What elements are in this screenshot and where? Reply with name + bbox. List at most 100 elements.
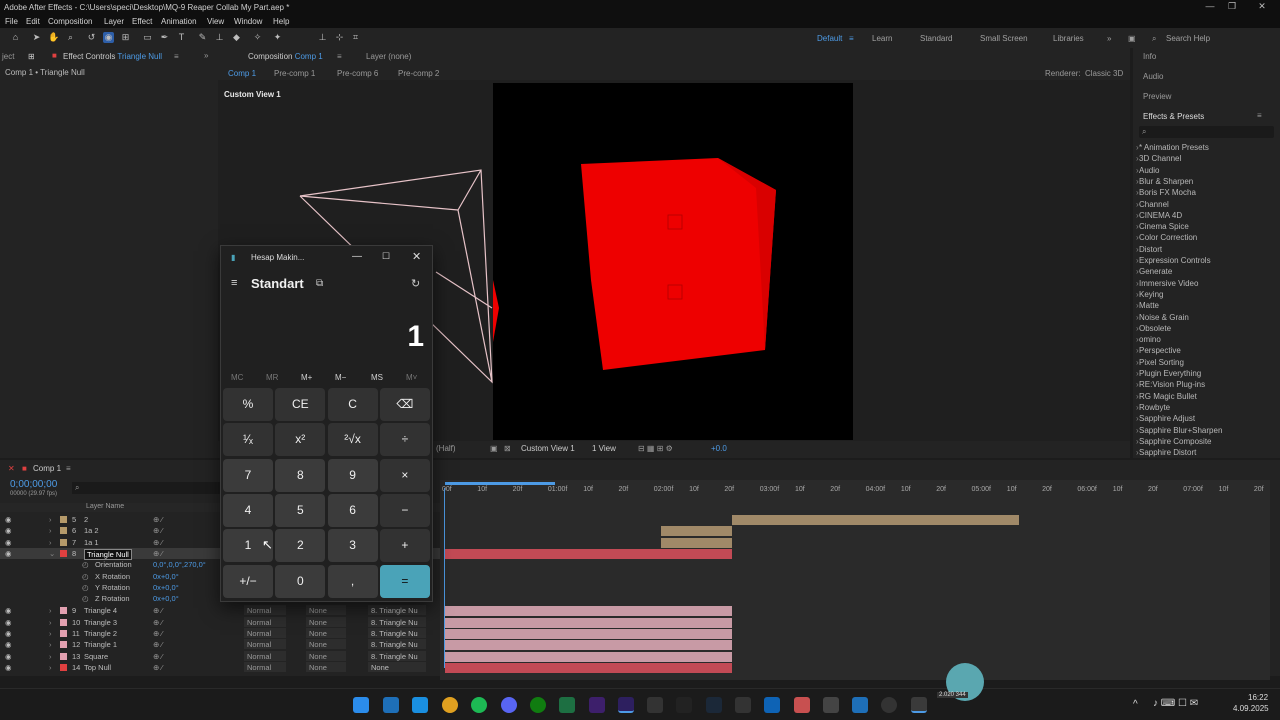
property-value[interactable]: 0x+0,0° xyxy=(153,583,179,592)
workspace-libraries[interactable]: Libraries xyxy=(1053,34,1084,43)
twirl-arrow-icon[interactable]: › xyxy=(49,515,52,524)
exposure-value[interactable]: +0.0 xyxy=(711,444,727,453)
tray-chevron-icon[interactable]: ^ xyxy=(1133,699,1138,710)
layer-switches[interactable]: ⊕ ⁄ xyxy=(153,618,163,627)
mode-dropdown[interactable]: Normal xyxy=(244,661,286,672)
effects-item[interactable]: omino xyxy=(1139,335,1161,344)
close-icon[interactable]: ✕ xyxy=(1252,1,1272,12)
visibility-eye-icon[interactable]: ◉ xyxy=(5,618,12,627)
effects-item[interactable]: Perspective xyxy=(1139,346,1181,355)
layer-switches[interactable]: ⊕ ⁄ xyxy=(153,549,163,558)
effects-item[interactable]: Audio xyxy=(1139,166,1159,175)
axis-view-icon[interactable]: ⌗ xyxy=(350,32,361,43)
twirl-arrow-icon[interactable]: › xyxy=(49,606,52,615)
selection-tool-icon[interactable]: ➤ xyxy=(31,32,42,43)
workspace-small-screen[interactable]: Small Screen xyxy=(980,34,1028,43)
calc-key[interactable]: 3 xyxy=(327,529,378,563)
widgets-icon[interactable] xyxy=(383,697,399,713)
visibility-eye-icon[interactable]: ◉ xyxy=(5,663,12,672)
calc-key[interactable]: × xyxy=(379,458,430,492)
calc-key[interactable]: ⌫ xyxy=(379,388,430,421)
layer-row[interactable]: ◉ › 11 Triangle 2 ⊕ ⁄ Normal None 8. Triangle N… xyxy=(0,628,440,639)
orbit-camera-tool-icon[interactable]: ◉ xyxy=(103,32,114,43)
menu-animation[interactable]: Animation xyxy=(161,17,197,26)
vscode-icon[interactable] xyxy=(764,697,780,713)
mode-dropdown[interactable]: Normal xyxy=(244,616,286,627)
comp-panel-menu-icon[interactable]: ≡ xyxy=(337,52,342,61)
calc-key[interactable]: ¹⁄ₓ xyxy=(223,423,273,457)
rectangle-tool-icon[interactable]: ▭ xyxy=(142,32,153,43)
view-select[interactable]: Custom View 1 xyxy=(521,444,575,453)
stopwatch-icon[interactable]: ◴ xyxy=(82,560,89,569)
region-icon[interactable]: ▣ xyxy=(490,444,498,453)
calc-key[interactable]: x² xyxy=(275,423,326,457)
effects-item[interactable]: Sapphire Blur+Sharpen xyxy=(1139,426,1222,435)
layer-duration-bar[interactable] xyxy=(732,515,1019,525)
effects-item[interactable]: Distort xyxy=(1139,245,1162,254)
workspace-learn[interactable]: Learn xyxy=(872,34,892,43)
memory-button[interactable]: M+ xyxy=(301,373,312,382)
spotify-icon[interactable] xyxy=(471,697,487,713)
store-icon[interactable] xyxy=(412,697,428,713)
visibility-eye-icon[interactable]: ◉ xyxy=(5,526,12,535)
memory-button[interactable]: MC xyxy=(231,373,243,382)
discord-icon[interactable] xyxy=(501,697,517,713)
calculator-taskbar-icon[interactable] xyxy=(911,697,927,713)
layer-duration-bar[interactable] xyxy=(445,651,732,662)
panel-menu-icon[interactable]: ≡ xyxy=(174,52,179,61)
workspace-default[interactable]: Default xyxy=(817,34,842,43)
label-color-swatch[interactable] xyxy=(60,663,67,671)
effects-item[interactable]: Matte xyxy=(1139,301,1159,310)
effects-item[interactable]: Blur & Sharpen xyxy=(1139,177,1193,186)
transparency-icon[interactable]: ⊠ xyxy=(504,444,511,453)
renderer-value[interactable]: Classic 3D xyxy=(1085,69,1123,78)
xbox-icon[interactable] xyxy=(530,697,546,713)
stopwatch-icon[interactable]: ◴ xyxy=(82,572,89,581)
effects-item[interactable]: Obsolete xyxy=(1139,324,1171,333)
clock-time[interactable]: 16:22 xyxy=(1248,693,1268,702)
twirl-arrow-icon[interactable]: › xyxy=(49,652,52,661)
layer-duration-bar[interactable] xyxy=(445,662,732,673)
parent-dropdown[interactable]: 8. Triangle Nu xyxy=(368,639,426,650)
memory-button[interactable]: M− xyxy=(335,373,346,382)
after-effects-icon[interactable] xyxy=(618,697,634,713)
layer-row[interactable]: ◉ › 14 Top Null ⊕ ⁄ Normal None None xyxy=(0,661,440,673)
layer-name[interactable]: Triangle 2 xyxy=(84,629,117,638)
effects-search-input[interactable]: ⌕ xyxy=(1139,126,1274,138)
layer-switches[interactable]: ⊕ ⁄ xyxy=(153,663,163,672)
visibility-eye-icon[interactable]: ◉ xyxy=(5,549,12,558)
label-color-swatch[interactable] xyxy=(60,607,67,615)
project-tab[interactable]: ject xyxy=(2,52,14,61)
search-icon[interactable]: ⌕ xyxy=(1152,34,1156,44)
calc-key[interactable]: ²√x xyxy=(327,423,378,457)
effects-item[interactable]: RE:Vision Plug-ins xyxy=(1139,380,1205,389)
effects-item[interactable]: 3D Channel xyxy=(1139,154,1181,163)
menu-layer[interactable]: Layer xyxy=(104,17,124,26)
start-icon[interactable] xyxy=(353,697,369,713)
layer-search-input[interactable]: ⌕ xyxy=(72,482,222,494)
calc-key[interactable]: ÷ xyxy=(379,423,430,457)
label-color-swatch[interactable] xyxy=(60,538,67,546)
calc-key[interactable]: , xyxy=(327,564,378,598)
layer-duration-bar[interactable] xyxy=(445,629,732,639)
type-tool-icon[interactable]: T xyxy=(176,32,187,43)
capcut-icon[interactable] xyxy=(647,697,663,713)
github-icon[interactable] xyxy=(881,697,897,713)
parent-dropdown[interactable]: 8. Triangle Nu xyxy=(368,616,426,627)
layer-switches[interactable]: ⊕ ⁄ xyxy=(153,640,163,649)
effects-item[interactable]: * Animation Presets xyxy=(1139,143,1209,152)
calc-key[interactable]: +/− xyxy=(223,564,273,598)
mode-dropdown[interactable]: Normal xyxy=(244,605,286,616)
layer-duration-bar[interactable] xyxy=(661,526,732,537)
chrome-icon[interactable] xyxy=(442,697,458,713)
keep-on-top-icon[interactable]: ⧉ xyxy=(316,278,323,289)
nav-pre-comp-6[interactable]: Pre-comp 6 xyxy=(337,69,378,78)
calc-key[interactable]: % xyxy=(223,388,273,421)
layer-switches[interactable]: ⊕ ⁄ xyxy=(153,538,163,547)
settings-icon[interactable] xyxy=(823,697,839,713)
property-value[interactable]: 0,0°,0,0°,270,0° xyxy=(153,560,206,569)
parent-dropdown[interactable]: 8. Triangle Nu xyxy=(368,650,426,661)
twirl-arrow-icon[interactable]: › xyxy=(49,538,52,547)
memory-button[interactable]: M˅ xyxy=(406,373,417,382)
zoom-tool-icon[interactable]: ⌕ xyxy=(65,32,76,43)
